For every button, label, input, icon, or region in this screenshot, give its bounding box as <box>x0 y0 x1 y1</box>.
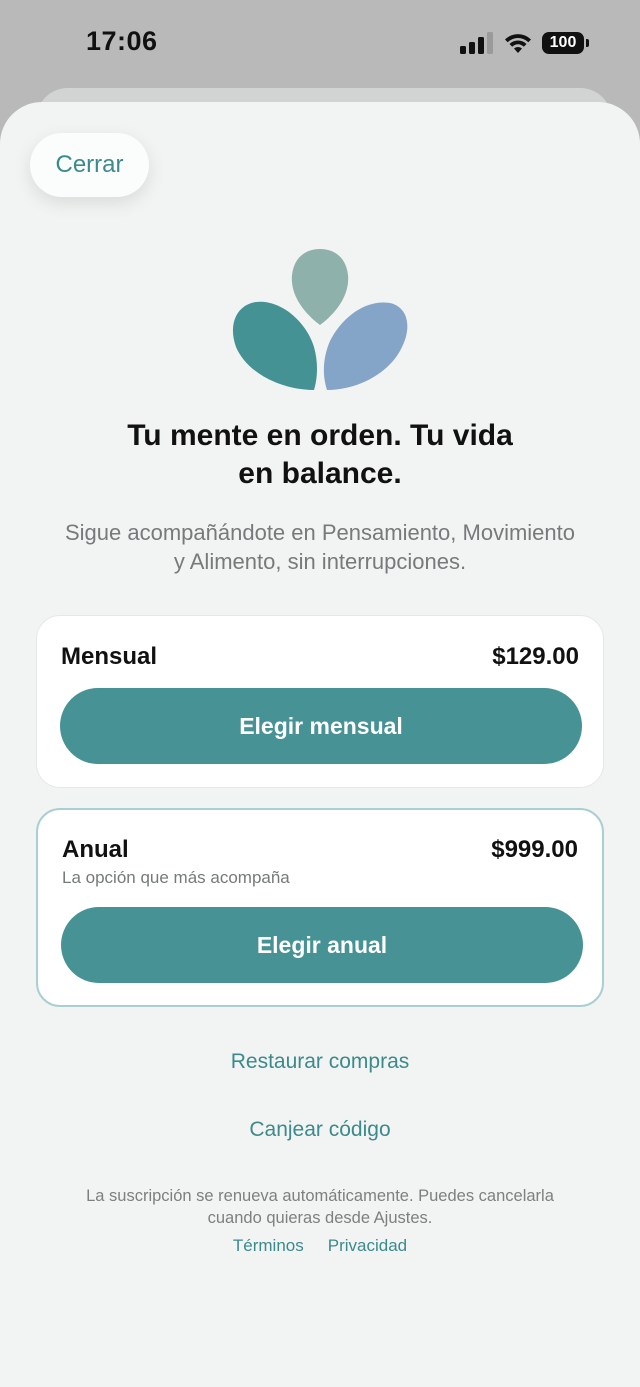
subtitle-line-2: y Alimento, sin interrupciones. <box>173 549 467 574</box>
terms-link[interactable]: Términos <box>233 1236 304 1256</box>
redeem-code-link[interactable]: Canjear código <box>0 1118 640 1142</box>
subtitle-line-1: Sigue acompañándote en Pensamiento, Movi… <box>65 520 575 545</box>
status-bar: 17:06 100 <box>0 0 640 88</box>
choose-monthly-button[interactable]: Elegir mensual <box>60 688 582 764</box>
legal-links: Términos Privacidad <box>0 1236 640 1256</box>
plan-note: La opción que más acompaña <box>62 868 290 887</box>
wifi-icon <box>505 34 531 53</box>
paywall-sheet: Cerrar Tu mente en orden. Tu vida en bal… <box>0 102 640 1387</box>
plan-price: $999.00 <box>491 836 578 863</box>
subtitle: Sigue acompañándote en Pensamiento, Movi… <box>30 518 610 576</box>
close-button[interactable]: Cerrar <box>30 133 149 197</box>
legal-line-2: cuando quieras desde Ajustes. <box>207 1209 433 1227</box>
legal-line-1: La suscripción se renueva automáticament… <box>86 1187 554 1205</box>
battery-level: 100 <box>549 34 577 51</box>
headline: Tu mente en orden. Tu vida en balance. <box>60 417 580 493</box>
privacy-link[interactable]: Privacidad <box>328 1236 407 1256</box>
headline-line-2: en balance. <box>238 457 402 490</box>
headline-line-1: Tu mente en orden. Tu vida <box>127 419 513 452</box>
restore-purchases-link[interactable]: Restaurar compras <box>0 1050 640 1074</box>
legal-text: La suscripción se renueva automáticament… <box>40 1185 600 1229</box>
status-time: 17:06 <box>86 26 158 56</box>
plan-name: Mensual <box>61 643 158 670</box>
plan-card-annual: Anual $999.00 La opción que más acompaña… <box>36 808 604 1007</box>
signal-icon <box>460 32 493 54</box>
status-icons: 100 <box>460 30 589 56</box>
logo-icon <box>232 249 408 390</box>
plan-name: Anual <box>62 836 129 863</box>
choose-annual-button[interactable]: Elegir anual <box>61 907 583 983</box>
battery-icon: 100 <box>542 32 589 54</box>
plan-price: $129.00 <box>492 643 579 670</box>
plan-card-monthly: Mensual $129.00 Elegir mensual <box>36 615 604 788</box>
